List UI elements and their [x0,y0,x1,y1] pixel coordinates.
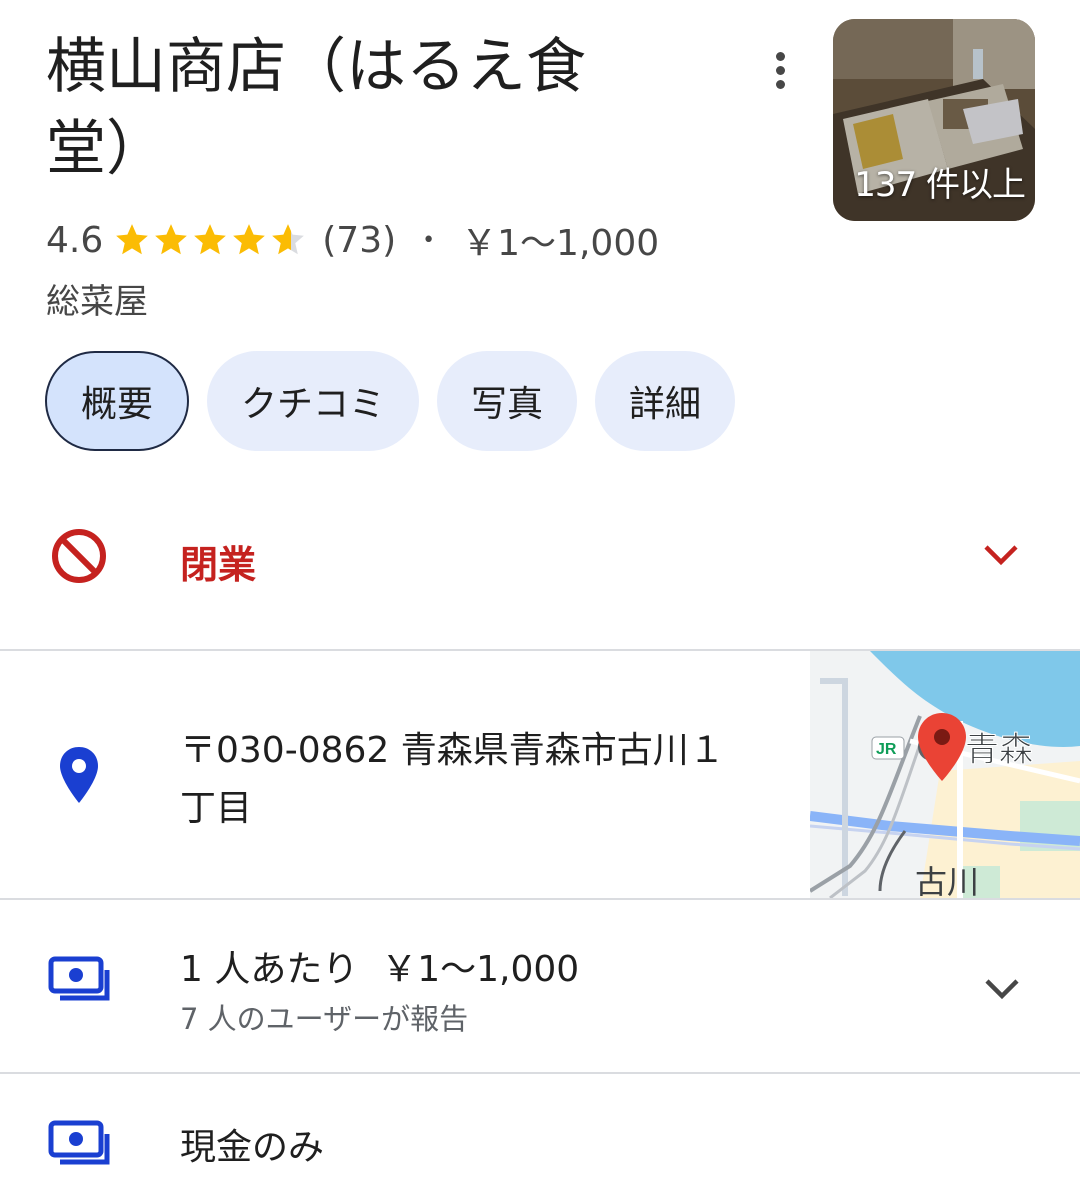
location-pin-icon [60,747,98,803]
tab-overview[interactable]: 概要 [45,351,190,451]
map-label-aomori: 青森 [965,730,1033,770]
tab-reviews[interactable]: クチコミ [207,351,420,451]
star-rating [113,221,308,259]
payment-row[interactable] [0,1074,1080,1202]
separator-dot: • [422,227,436,253]
star-icon [194,224,227,255]
star-icon [272,224,305,255]
place-title: 横山商店（はるえ食堂） [46,32,586,184]
money-icon [48,956,110,1001]
tab-details[interactable]: 詳細 [595,351,736,451]
map-preview[interactable]: JR 青森 古川 [810,651,1080,898]
money-icon [48,1120,110,1165]
star-icon [116,224,149,255]
address-text: 〒030-0862 青森県青森市古川１丁目 [180,730,725,829]
star-icon [155,224,188,255]
chevron-down-icon[interactable] [982,542,1020,568]
photo-count-label: 137 件以上 [854,165,1026,205]
status-closed: 閉業 [180,543,257,587]
price-per-person: 1 人あたり ￥1〜1,000 [180,949,580,990]
tab-photos[interactable]: 写真 [437,351,578,451]
more-options-button[interactable] [756,44,804,96]
jr-station-badge: JR [876,741,897,758]
chevron-down-icon[interactable] [983,976,1021,1002]
tab-bar: 概要 クチコミ 写真 詳細 [45,351,736,451]
map-image: JR 青森 古川 [810,651,1080,898]
rating-row[interactable]: 4.6 (73) • ￥1〜1,000 [46,216,660,265]
payment-cash-only: 現金のみ [180,1127,325,1168]
more-vert-icon [775,51,785,61]
status-row[interactable]: 閉業 [0,500,1080,615]
price-range: ￥1〜1,000 [461,223,660,264]
place-category: 総菜屋 [46,282,148,322]
review-count: (73) [322,219,397,261]
star-icon [233,224,266,255]
photo-thumbnail[interactable]: 137 件以上 [833,19,1035,221]
no-entry-icon [52,529,106,583]
map-label-furukawa: 古川 [915,863,979,898]
rating-value: 4.6 [46,219,104,261]
price-reported-by: 7 人のユーザーが報告 [180,1002,469,1036]
